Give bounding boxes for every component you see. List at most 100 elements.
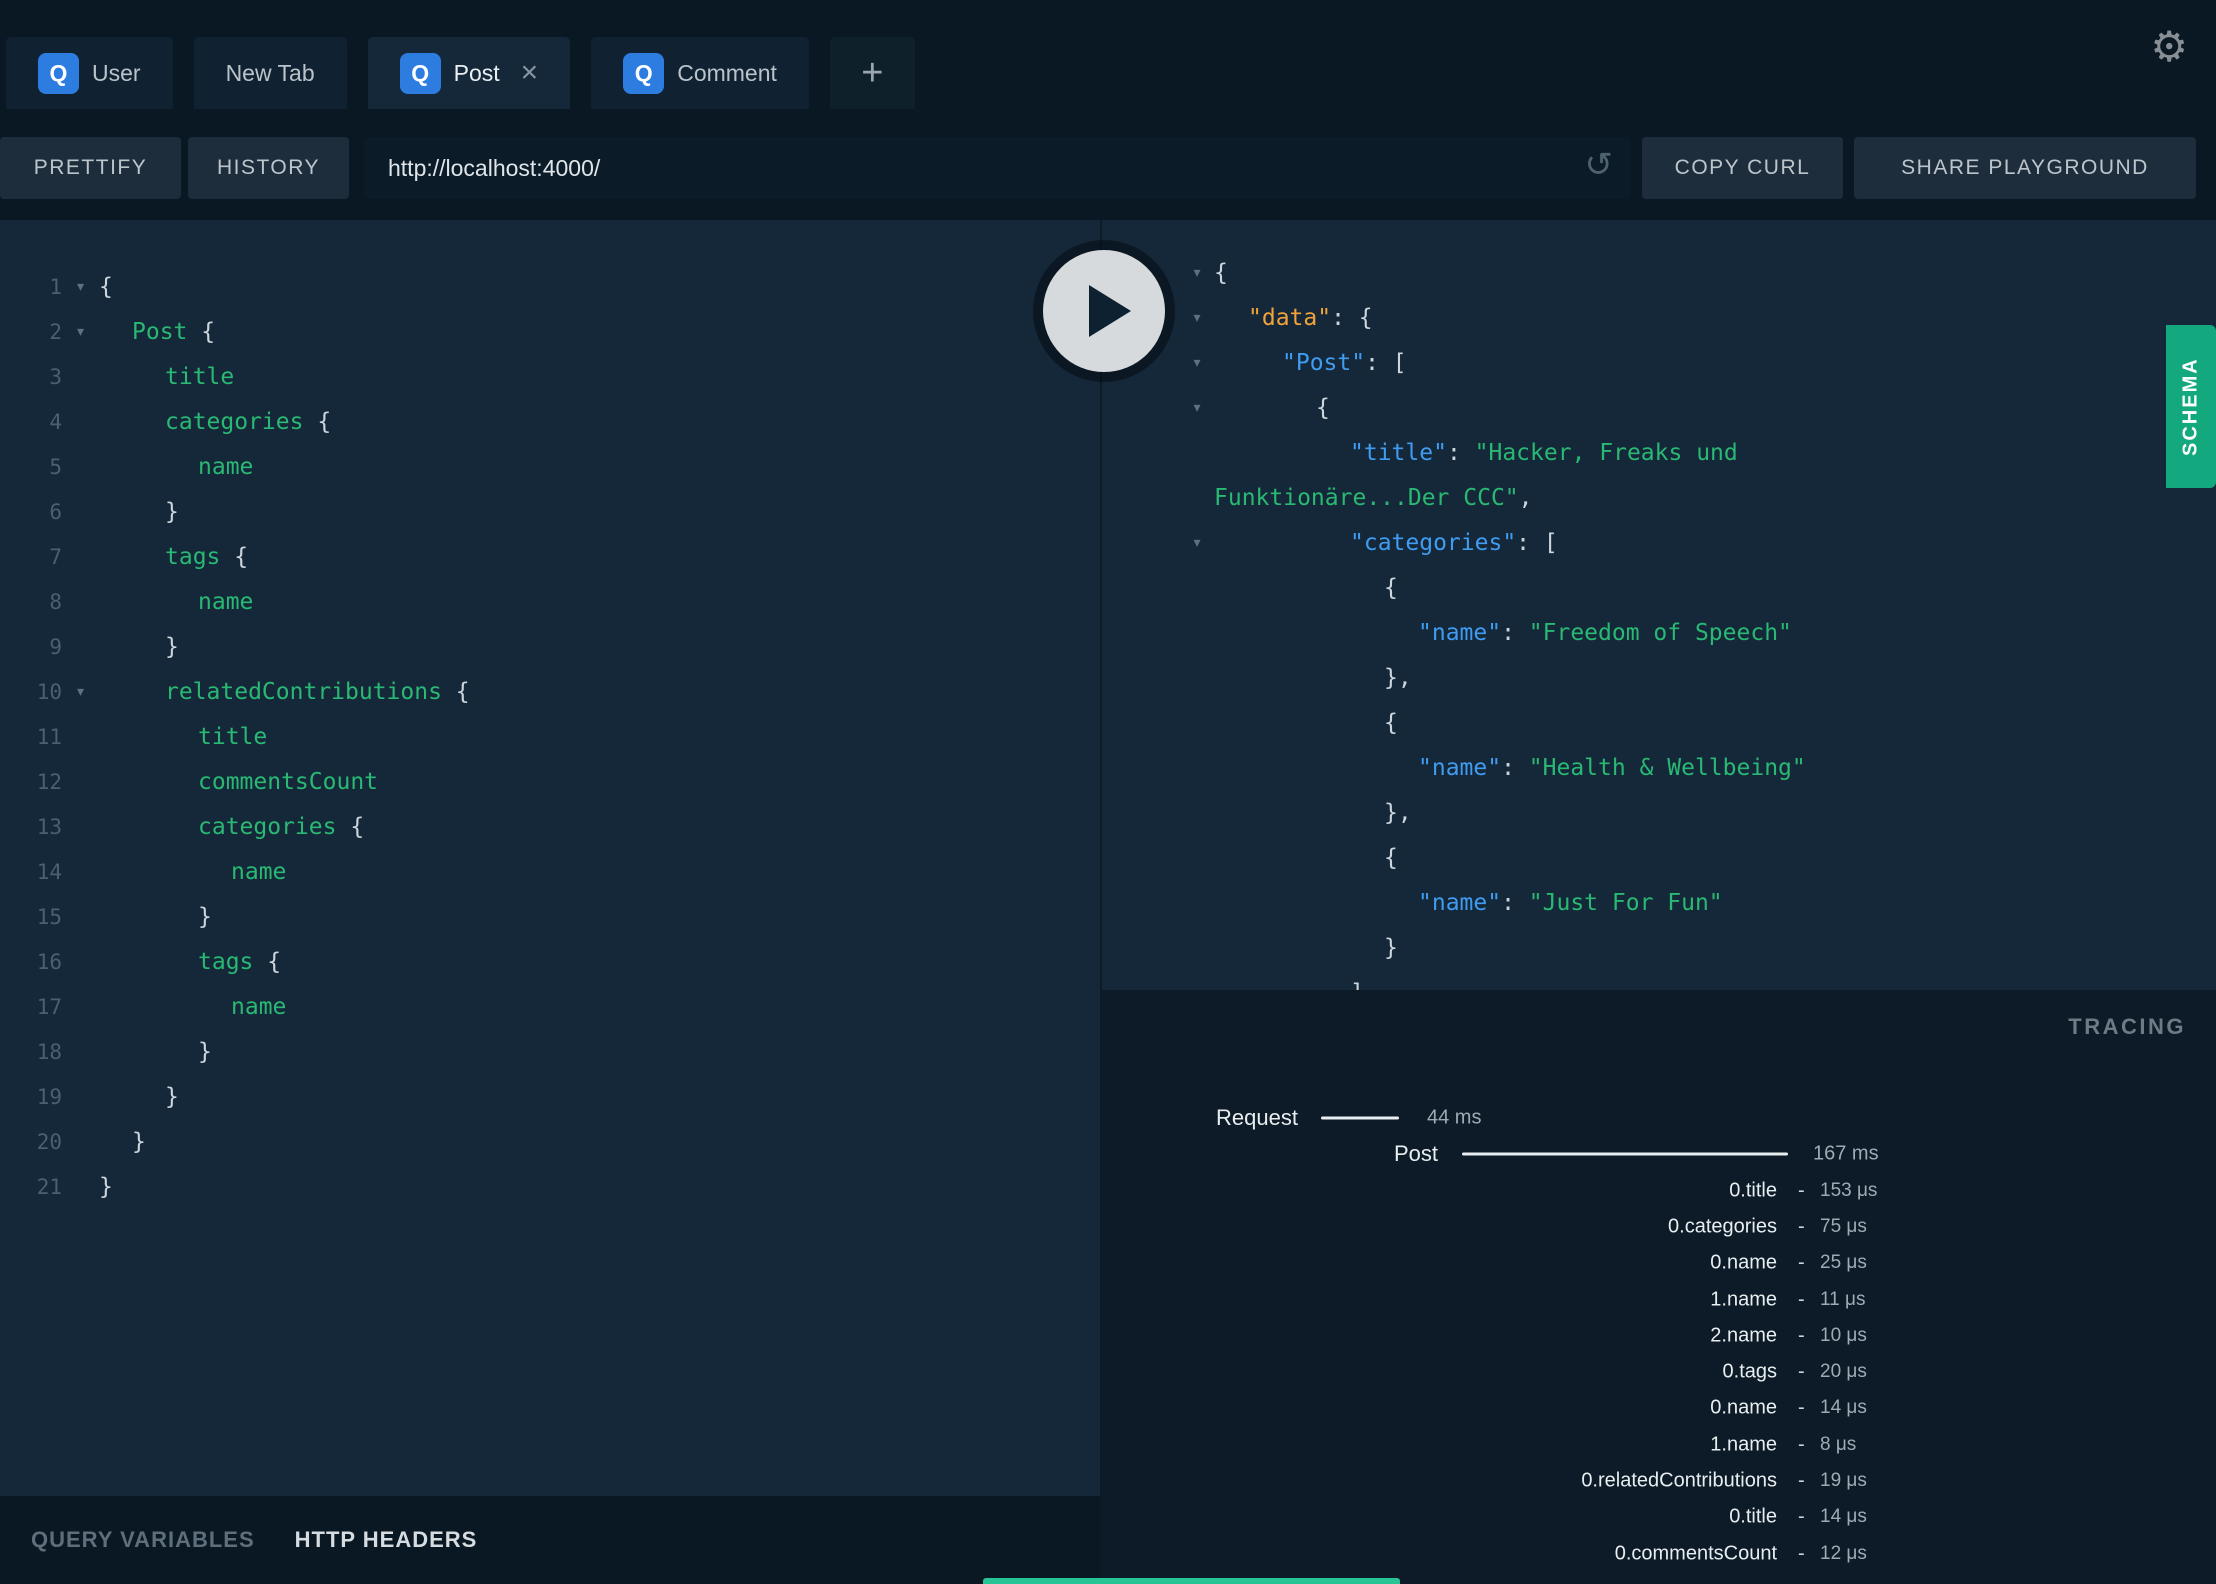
code-token: { xyxy=(303,408,332,435)
code-token: { xyxy=(1384,844,1398,871)
line-content: } xyxy=(99,1129,146,1155)
settings-gear-icon[interactable]: ⚙ xyxy=(2150,26,2188,68)
line-content: Post { xyxy=(99,319,215,345)
line-number: 10 xyxy=(36,679,62,704)
trace-dash-icon: - xyxy=(1798,1396,1805,1419)
tab-list: Q User New Tab Q Post × Q Comment xyxy=(6,37,830,109)
line-number: 18 xyxy=(36,1039,62,1064)
trace-dash-icon: - xyxy=(1798,1179,1805,1202)
line-number: 2 xyxy=(49,319,62,344)
code-token: { xyxy=(253,948,282,975)
code-token: commentsCount xyxy=(198,768,379,795)
http-headers-tab[interactable]: HTTP HEADERS xyxy=(295,1527,478,1553)
tab-bar: Q User New Tab Q Post × Q Comment + ⚙ xyxy=(0,0,2216,109)
line-content: { xyxy=(1102,395,1330,421)
main-split: 1 ▾{2 ▾ Post {3 title 4 categories {5 name 6} 7 ta… xyxy=(0,220,2216,1584)
editor-line[interactable]: 8 name xyxy=(0,579,1100,624)
editor-line[interactable]: 5 name xyxy=(0,444,1100,489)
code-token: : xyxy=(1501,754,1529,781)
fold-arrow-icon[interactable]: ▾ xyxy=(1184,352,1210,373)
trace-label: 0.title xyxy=(1729,1505,1777,1528)
reload-schema-icon[interactable]: ↺ xyxy=(1585,148,1614,182)
schema-tab[interactable]: SCHEMA xyxy=(2166,325,2216,488)
code-token: { xyxy=(1384,574,1398,601)
response-line: ▾{ xyxy=(1102,250,2216,295)
code-token: , xyxy=(1518,484,1533,511)
trace-dash-icon: - xyxy=(1798,1505,1805,1528)
tab-user[interactable]: Q User xyxy=(6,37,173,109)
line-content: { xyxy=(1102,845,1398,871)
code-token: "Post" xyxy=(1282,349,1366,376)
trace-label: 1.name xyxy=(1710,1433,1777,1456)
endpoint-url-input[interactable] xyxy=(364,137,1631,199)
execute-query-button[interactable] xyxy=(1043,250,1165,372)
editor-line[interactable]: 19} xyxy=(0,1074,1100,1119)
fold-arrow-icon[interactable]: ▾ xyxy=(62,276,99,297)
fold-arrow-icon[interactable]: ▾ xyxy=(1184,532,1210,553)
share-playground-button[interactable]: SHARE PLAYGROUND xyxy=(1854,137,2196,199)
add-tab-button[interactable]: + xyxy=(829,37,915,109)
left-column: 1 ▾{2 ▾ Post {3 title 4 categories {5 name 6} 7 ta… xyxy=(0,220,1100,1584)
response-line: Funktionäre...Der CCC", xyxy=(1102,475,2216,520)
query-variables-tab[interactable]: QUERY VARIABLES xyxy=(31,1527,255,1553)
close-tab-icon[interactable]: × xyxy=(521,58,539,88)
tab-label: User xyxy=(92,59,141,86)
editor-line[interactable]: 15} xyxy=(0,894,1100,939)
fold-arrow-icon[interactable]: ▾ xyxy=(62,681,99,702)
code-token: : [ xyxy=(1365,349,1407,376)
editor-line[interactable]: 20} xyxy=(0,1119,1100,1164)
history-button[interactable]: HISTORY xyxy=(188,137,349,199)
copy-curl-button[interactable]: COPY CURL xyxy=(1642,137,1843,199)
editor-line[interactable]: 10 ▾ relatedContributions { xyxy=(0,669,1100,714)
line-content: } xyxy=(99,904,212,930)
editor-line[interactable]: 2 ▾ Post { xyxy=(0,309,1100,354)
response-line: }, xyxy=(1102,790,2216,835)
query-editor-pane[interactable]: 1 ▾{2 ▾ Post {3 title 4 categories {5 name 6} 7 ta… xyxy=(0,220,1100,1496)
editor-line[interactable]: 11 title xyxy=(0,714,1100,759)
trace-time: 153 μs xyxy=(1820,1179,1878,1201)
response-line: "name": "Just For Fun" xyxy=(1102,880,2216,925)
prettify-button[interactable]: PRETTIFY xyxy=(0,137,181,199)
editor-line[interactable]: 6} xyxy=(0,489,1100,534)
code-token: "Just For Fun" xyxy=(1528,889,1723,916)
code-token: : xyxy=(1446,439,1475,466)
code-token: name xyxy=(198,588,254,615)
trace-time: 167 ms xyxy=(1813,1142,1879,1165)
fold-arrow-icon[interactable]: ▾ xyxy=(1184,307,1210,328)
trace-label: Request xyxy=(1216,1105,1298,1130)
play-icon xyxy=(1089,285,1131,337)
response-pane: ▾{▾ "data": {▾ "Post": [▾{"title": "Hacker… xyxy=(1100,220,2216,990)
playground-app: Q User New Tab Q Post × Q Comment + ⚙ PRETTIFY … xyxy=(0,0,2216,1584)
tab-post[interactable]: Q Post × xyxy=(367,37,571,109)
editor-line[interactable]: 9} xyxy=(0,624,1100,669)
line-content: name xyxy=(99,994,286,1020)
fold-arrow-icon[interactable]: ▾ xyxy=(62,321,99,342)
tab-label: New Tab xyxy=(225,59,315,86)
editor-line[interactable]: 21} xyxy=(0,1164,1100,1209)
code-token: { xyxy=(1316,394,1330,421)
editor-line[interactable]: 16 tags { xyxy=(0,939,1100,984)
editor-line[interactable]: 3 title xyxy=(0,354,1100,399)
editor-line[interactable]: 7 tags { xyxy=(0,534,1100,579)
right-column: ▾{▾ "data": {▾ "Post": [▾{"title": "Hacker… xyxy=(1100,220,2216,1584)
fold-arrow-icon[interactable]: ▾ xyxy=(1184,262,1210,283)
trace-dash-icon: - xyxy=(1798,1360,1805,1383)
editor-line[interactable]: 17 name xyxy=(0,984,1100,1029)
editor-line[interactable]: 13 categories { xyxy=(0,804,1100,849)
endpoint-url-wrap: ↺ xyxy=(364,137,1631,199)
fold-arrow-icon[interactable]: ▾ xyxy=(1184,397,1210,418)
line-number: 19 xyxy=(36,1084,62,1109)
editor-line[interactable]: 14 name xyxy=(0,849,1100,894)
editor-line[interactable]: 18} xyxy=(0,1029,1100,1074)
editor-line[interactable]: 12 commentsCount xyxy=(0,759,1100,804)
response-line: ▾{ xyxy=(1102,385,2216,430)
tab-new-tab[interactable]: New Tab xyxy=(193,37,347,109)
code-token: relatedContributions xyxy=(165,678,442,705)
trace-time: 8 μs xyxy=(1820,1433,1857,1455)
response-line: "name": "Health & Wellbeing" xyxy=(1102,745,2216,790)
editor-line[interactable]: 4 categories { xyxy=(0,399,1100,444)
trace-dash-icon: - xyxy=(1798,1251,1805,1274)
trace-label: 0.tags xyxy=(1722,1360,1777,1383)
tab-comment[interactable]: Q Comment xyxy=(591,37,809,109)
editor-line[interactable]: 1 ▾{ xyxy=(0,264,1100,309)
